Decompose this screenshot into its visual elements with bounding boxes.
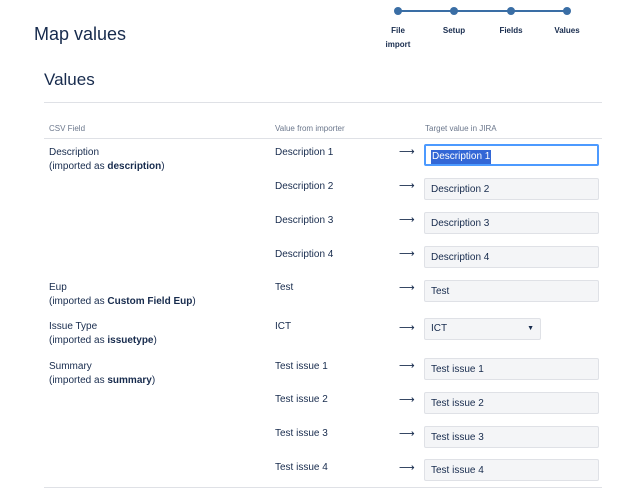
step-label-fields: Fields	[499, 26, 523, 35]
arrow-right-icon: ⟶	[399, 282, 415, 294]
target-value-input[interactable]	[424, 358, 599, 380]
target-value-input[interactable]	[424, 459, 599, 481]
csv-field-summary: Summary (imported as summary)	[49, 361, 156, 386]
table-header-divider	[44, 138, 602, 139]
caret-down-icon: ▼	[527, 325, 534, 332]
step-dot-values	[563, 7, 571, 15]
arrow-right-icon: ⟶	[399, 360, 415, 372]
select-value: ICT	[431, 323, 448, 334]
target-value-input[interactable]	[424, 212, 599, 234]
arrow-right-icon: ⟶	[399, 214, 415, 226]
arrow-right-icon: ⟶	[399, 248, 415, 260]
csv-field-issue-type: Issue Type (imported as issuetype)	[49, 321, 157, 346]
importer-value: Test issue 4	[275, 462, 328, 473]
progress-stepper: File import Setup Fields Values	[0, 0, 623, 60]
column-header-target: Target value in JIRA	[425, 124, 497, 133]
target-value-input[interactable]: Description 1	[424, 144, 599, 166]
target-value-input[interactable]	[424, 426, 599, 448]
importer-value: Description 3	[275, 215, 334, 226]
importer-value: Test issue 1	[275, 361, 328, 372]
target-value-select[interactable]: ICT ▼	[424, 318, 541, 340]
csv-field-description: Description (imported as description)	[49, 147, 165, 172]
arrow-right-icon: ⟶	[399, 322, 415, 334]
step-label-values: Values	[554, 26, 580, 35]
step-dot-setup	[450, 7, 458, 15]
step-label-setup: Setup	[442, 26, 466, 35]
importer-value: Test	[275, 282, 294, 293]
csv-field-eup: Eup (imported as Custom Field Eup)	[49, 282, 196, 307]
section-divider	[44, 102, 602, 103]
arrow-right-icon: ⟶	[399, 146, 415, 158]
step-label-file-import: File import	[385, 26, 411, 49]
table-bottom-divider	[44, 487, 602, 488]
target-value-input[interactable]	[424, 280, 599, 302]
importer-value: Test issue 2	[275, 394, 328, 405]
target-value-input[interactable]	[424, 392, 599, 414]
target-value-input[interactable]	[424, 246, 599, 268]
importer-value: Description 1	[275, 147, 334, 158]
step-dot-fields	[507, 7, 515, 15]
target-value-input[interactable]	[424, 178, 599, 200]
importer-value: Test issue 3	[275, 428, 328, 439]
selected-text: Description 1	[431, 150, 492, 164]
importer-value: Description 4	[275, 249, 334, 260]
arrow-right-icon: ⟶	[399, 462, 415, 474]
importer-value: Description 2	[275, 181, 334, 192]
arrow-right-icon: ⟶	[399, 428, 415, 440]
column-header-importer: Value from importer	[275, 124, 345, 133]
column-header-csv-field: CSV Field	[49, 124, 86, 133]
arrow-right-icon: ⟶	[399, 394, 415, 406]
importer-value: ICT	[275, 321, 292, 332]
step-dot-file-import	[394, 7, 402, 15]
stepper-line	[398, 10, 568, 12]
arrow-right-icon: ⟶	[399, 180, 415, 192]
section-title: Values	[44, 70, 95, 89]
